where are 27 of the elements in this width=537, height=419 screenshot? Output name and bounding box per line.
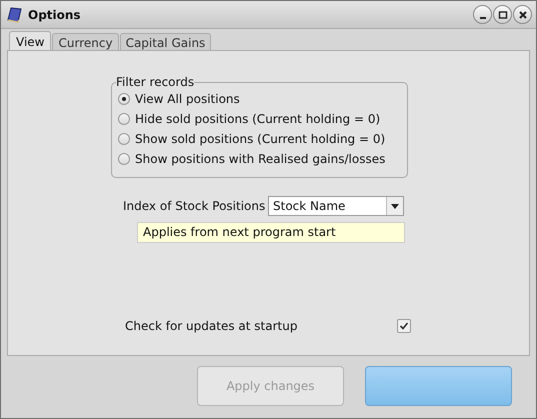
radio-button[interactable] — [118, 113, 130, 125]
radio-button[interactable] — [118, 133, 130, 145]
checkbox-label: Check for updates at startup — [125, 319, 298, 333]
field-label: Index of Stock Positions — [123, 199, 266, 213]
maximize-icon — [498, 10, 508, 20]
window-title: Options — [28, 8, 82, 22]
minimize-icon — [480, 16, 486, 18]
radio-button[interactable] — [118, 93, 130, 105]
group-title: Filter records — [116, 75, 194, 89]
tab[interactable]: View — [9, 31, 52, 51]
info-note: Applies from next program start — [137, 222, 405, 243]
tab[interactable]: Capital Gains — [120, 33, 212, 51]
index-dropdown[interactable]: Stock Name — [268, 196, 404, 216]
option-label: Show positions with Realised gains/losses — [135, 152, 386, 166]
checkbox[interactable] — [397, 319, 411, 333]
radio-button[interactable] — [118, 153, 130, 165]
checkmark-icon — [399, 321, 409, 331]
option-label: Hide sold positions (Current holding = 0) — [135, 112, 380, 126]
option-label: View All positions — [135, 92, 240, 106]
caret-icon — [391, 204, 399, 208]
book-icon — [7, 6, 23, 22]
option-label: Show sold positions (Current holding = 0) — [135, 132, 386, 146]
minimize-button[interactable] — [473, 5, 492, 24]
close-icon — [518, 10, 528, 20]
close-button[interactable] — [513, 5, 532, 24]
tab[interactable]: Currency — [52, 33, 119, 51]
maximize-button[interactable] — [493, 5, 512, 24]
